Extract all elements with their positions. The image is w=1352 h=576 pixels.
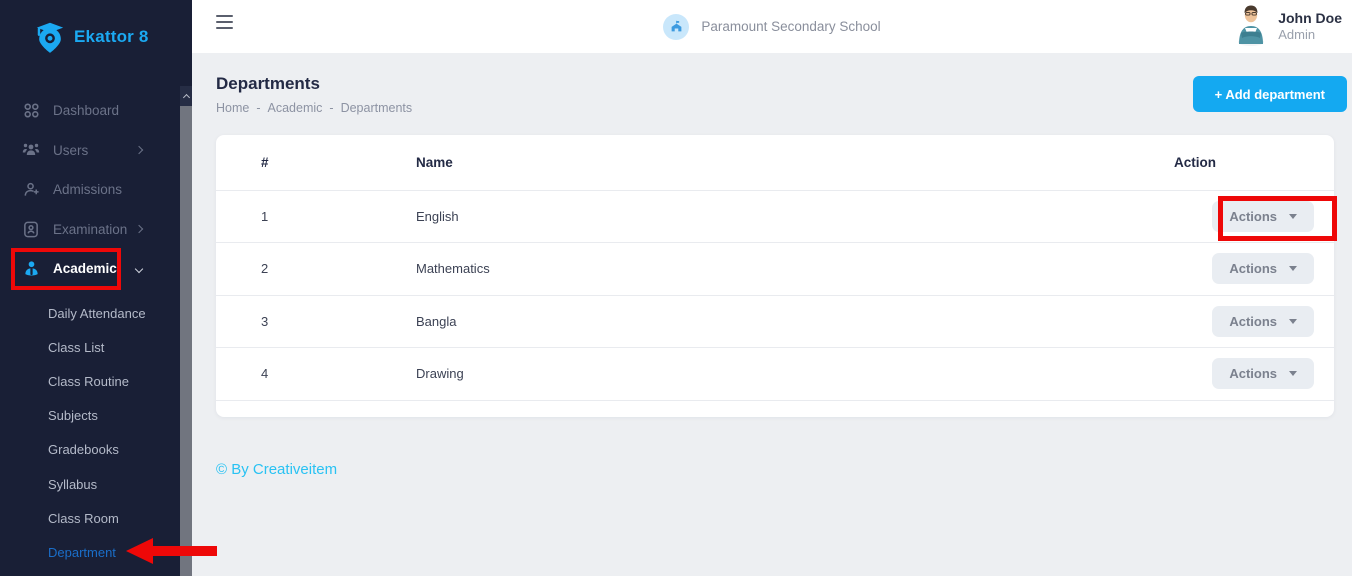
breadcrumb-academic[interactable]: Academic	[268, 101, 323, 115]
submenu-label: Class List	[48, 340, 104, 355]
add-department-button[interactable]: + Add department	[1193, 76, 1347, 112]
table-row: 2 Mathematics Actions	[216, 243, 1334, 296]
academic-person-icon	[22, 260, 40, 278]
caret-down-icon	[1289, 266, 1297, 271]
app-window: Ekattor 8 Dashboard	[0, 0, 1352, 576]
breadcrumb: Home - Academic - Departments	[216, 101, 412, 115]
caret-down-icon	[1289, 319, 1297, 324]
sidebar-item-label: Admissions	[53, 182, 122, 197]
submenu-label: Class Routine	[48, 374, 129, 389]
submenu-label: Daily Attendance	[48, 306, 146, 321]
submenu-item-syllabus[interactable]: Syllabus	[0, 467, 180, 501]
table-row: 3 Bangla Actions	[216, 295, 1334, 348]
table-header-row: # Name Action	[216, 135, 1334, 190]
breadcrumb-home[interactable]: Home	[216, 101, 249, 115]
hamburger-menu-icon[interactable]	[216, 15, 233, 29]
chevron-up-icon	[182, 94, 189, 101]
actions-dropdown-button[interactable]: Actions	[1212, 201, 1314, 232]
sidebar-item-academic[interactable]: Academic	[0, 249, 180, 289]
user-avatar	[1233, 2, 1269, 51]
sidebar-scrollbar	[180, 86, 192, 576]
academic-submenu: Daily Attendance Class List Class Routin…	[0, 296, 180, 570]
users-group-icon	[22, 141, 40, 159]
school-label: Paramount Secondary School	[192, 0, 1352, 53]
row-number: 4	[216, 348, 416, 401]
submenu-label: Subjects	[48, 408, 98, 423]
breadcrumb-departments: Departments	[341, 101, 413, 115]
department-name: Bangla	[416, 295, 1174, 348]
exam-document-icon	[22, 220, 40, 238]
submenu-item-class-routine[interactable]: Class Routine	[0, 364, 180, 398]
table-row: 4 Drawing Actions	[216, 348, 1334, 401]
sidebar-item-label: Examination	[53, 222, 127, 237]
column-header-name: Name	[416, 135, 1174, 190]
sidebar-item-dashboard[interactable]: Dashboard	[0, 91, 180, 131]
user-name: John Doe	[1278, 10, 1342, 28]
sidebar-item-label: Users	[53, 143, 88, 158]
department-name: Mathematics	[416, 243, 1174, 296]
submenu-item-gradebooks[interactable]: Gradebooks	[0, 433, 180, 467]
submenu-item-daily-attendance[interactable]: Daily Attendance	[0, 296, 180, 330]
sidebar: Ekattor 8 Dashboard	[0, 0, 192, 576]
actions-label: Actions	[1229, 366, 1277, 381]
departments-card: # Name Action 1 English Actions 2 Mathem…	[216, 135, 1334, 417]
sidebar-item-users[interactable]: Users	[0, 131, 180, 171]
submenu-item-department[interactable]: Department	[0, 535, 180, 569]
caret-down-icon	[1289, 214, 1297, 219]
user-role: Admin	[1278, 27, 1342, 43]
actions-label: Actions	[1229, 314, 1277, 329]
page-title: Departments	[216, 74, 320, 94]
table-row: 1 English Actions	[216, 190, 1334, 243]
breadcrumb-separator: -	[256, 101, 260, 115]
actions-dropdown-button[interactable]: Actions	[1212, 306, 1314, 337]
caret-down-icon	[1289, 371, 1297, 376]
submenu-item-class-room[interactable]: Class Room	[0, 501, 180, 535]
submenu-label: Gradebooks	[48, 442, 119, 457]
row-number: 2	[216, 243, 416, 296]
brand-name: Ekattor 8	[74, 27, 149, 47]
topbar: Paramount Secondary School John Doe Admi…	[192, 0, 1352, 53]
main-content: Departments Home - Academic - Department…	[192, 53, 1352, 576]
scrollbar-up-button[interactable]	[180, 86, 192, 106]
submenu-item-class-list[interactable]: Class List	[0, 330, 180, 364]
scrollbar-thumb[interactable]	[180, 106, 192, 576]
row-number: 1	[216, 190, 416, 243]
submenu-label: Department	[48, 545, 116, 560]
sidebar-item-label: Dashboard	[53, 103, 119, 118]
sidebar-item-label: Academic	[53, 261, 117, 276]
dashboard-grid-icon	[22, 102, 40, 120]
sidebar-nav: Dashboard Users	[0, 91, 180, 289]
footer-copyright: © By Creativeitem	[216, 461, 337, 478]
row-number: 3	[216, 295, 416, 348]
submenu-item-subjects[interactable]: Subjects	[0, 399, 180, 433]
column-header-number: #	[216, 135, 416, 190]
sidebar-item-admissions[interactable]: Admissions	[0, 170, 180, 210]
department-name: English	[416, 190, 1174, 243]
actions-dropdown-button[interactable]: Actions	[1212, 358, 1314, 389]
breadcrumb-separator: -	[329, 101, 333, 115]
user-menu[interactable]: John Doe Admin	[1233, 4, 1342, 49]
chevron-right-icon	[135, 225, 143, 233]
school-name: Paramount Secondary School	[701, 19, 880, 34]
department-name: Drawing	[416, 348, 1174, 401]
actions-label: Actions	[1229, 261, 1277, 276]
graduation-pin-logo-icon	[34, 16, 66, 59]
sidebar-item-examination[interactable]: Examination	[0, 210, 180, 250]
departments-table: # Name Action 1 English Actions 2 Mathem…	[216, 135, 1334, 401]
person-plus-icon	[22, 181, 40, 199]
brand-logo[interactable]: Ekattor 8	[0, 0, 192, 62]
chevron-right-icon	[135, 146, 143, 154]
actions-label: Actions	[1229, 209, 1277, 224]
school-building-icon	[663, 14, 689, 40]
column-header-action: Action	[1174, 135, 1334, 190]
submenu-label: Syllabus	[48, 477, 97, 492]
submenu-label: Class Room	[48, 511, 119, 526]
actions-dropdown-button[interactable]: Actions	[1212, 253, 1314, 284]
chevron-down-icon	[135, 265, 143, 273]
